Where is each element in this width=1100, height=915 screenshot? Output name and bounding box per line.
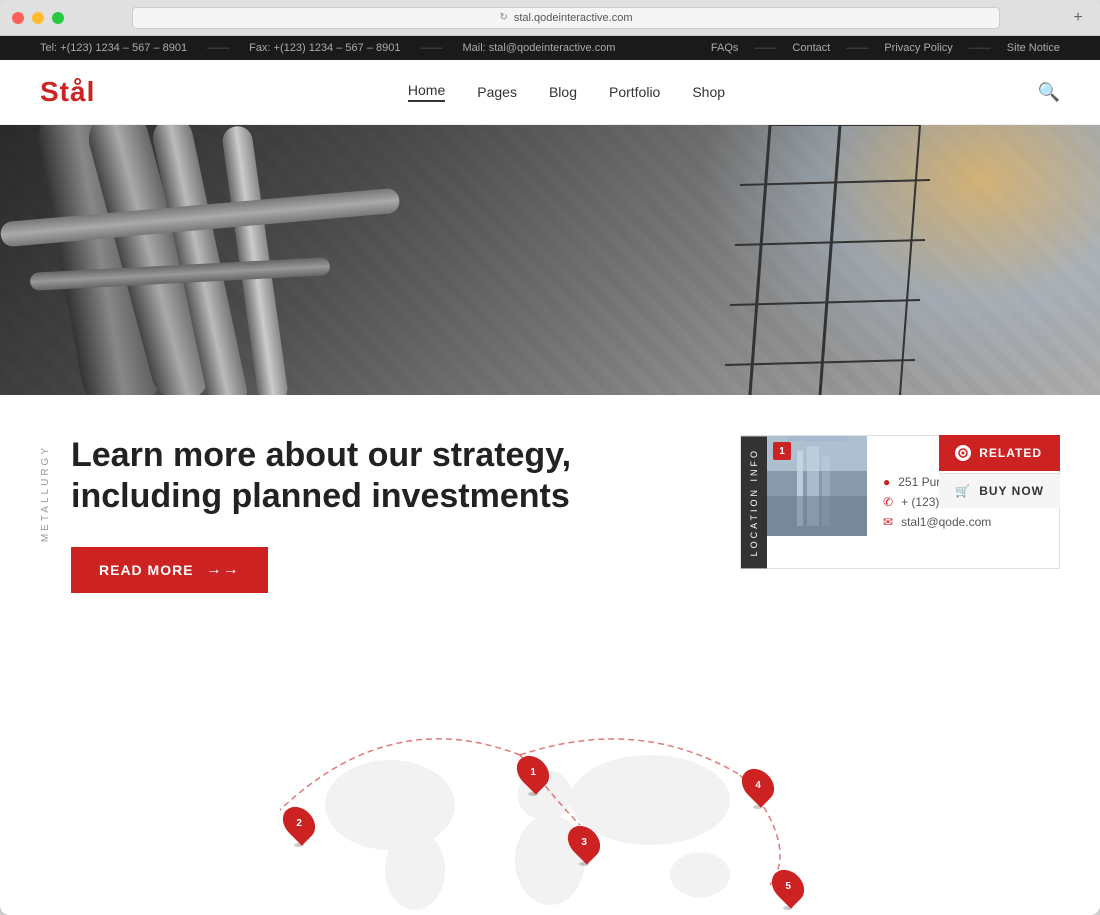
nav-portfolio[interactable]: Portfolio xyxy=(609,84,660,100)
phone-icon: ✆ xyxy=(883,495,893,509)
fax-info: Fax: +(123) 1234 – 567 – 8901 xyxy=(249,42,400,54)
nav-pages[interactable]: Pages xyxy=(477,84,517,100)
minimize-button[interactable] xyxy=(32,12,44,24)
pipe-container xyxy=(0,125,1100,395)
search-icon[interactable]: 🔍 xyxy=(1038,82,1060,103)
new-tab-button[interactable]: + xyxy=(1068,8,1088,28)
read-more-button[interactable]: Read More →→ xyxy=(71,547,268,593)
nav-shop[interactable]: Shop xyxy=(692,84,725,100)
url-text: stal.qodeinteractive.com xyxy=(514,12,633,24)
notice-link[interactable]: Site Notice xyxy=(1007,42,1060,54)
scaffold-svg xyxy=(720,125,1020,395)
arrow-right-icon: →→ xyxy=(206,561,240,579)
section-headline: Learn more about our strategy, including… xyxy=(71,435,700,517)
content-section: METALLURGY Learn more about our strategy… xyxy=(40,435,1060,613)
nav-blog[interactable]: Blog xyxy=(549,84,577,100)
privacy-link[interactable]: Privacy Policy xyxy=(884,42,952,54)
buy-now-button[interactable]: 🛒 BUY NOW xyxy=(939,473,1060,508)
email-row: ✉ stal1@qode.com xyxy=(883,515,1013,529)
related-icon xyxy=(955,445,971,461)
email-text: stal1@qode.com xyxy=(901,515,991,529)
location-label: LOCATION INFO xyxy=(741,436,767,568)
tel-info: Tel: +(123) 1234 – 567 – 8901 xyxy=(40,42,187,54)
main-content: METALLURGY Learn more about our strategy… xyxy=(0,395,1100,695)
address-bar[interactable]: ↻ stal.qodeinteractive.com xyxy=(132,7,1000,29)
site-header: Stål Home Pages Blog Portfolio Shop 🔍 xyxy=(0,60,1100,125)
related-button[interactable]: RELATED xyxy=(939,435,1060,471)
main-nav: Home Pages Blog Portfolio Shop xyxy=(408,82,725,102)
close-button[interactable] xyxy=(12,12,24,24)
location-badge: 1 xyxy=(773,442,791,460)
mail-info: Mail: stal@qodeinteractive.com xyxy=(462,42,615,54)
cart-icon: 🛒 xyxy=(955,484,971,498)
divider-1: —— xyxy=(207,42,229,54)
buy-now-label: BUY NOW xyxy=(979,484,1044,498)
browser-window: ↻ stal.qodeinteractive.com + Tel: +(123)… xyxy=(0,0,1100,915)
contact-link[interactable]: Contact xyxy=(792,42,830,54)
side-buttons: RELATED 🛒 BUY NOW xyxy=(939,435,1060,508)
section-label: METALLURGY xyxy=(40,445,51,542)
content-text-area: Learn more about our strategy, including… xyxy=(71,435,740,593)
related-label: RELATED xyxy=(979,446,1042,460)
related-inner-icon xyxy=(958,448,968,458)
map-arcs-svg xyxy=(40,725,1060,915)
maximize-button[interactable] xyxy=(52,12,64,24)
location-icon: ● xyxy=(883,475,890,489)
top-bar-contact: Tel: +(123) 1234 – 567 – 8901 —— Fax: +(… xyxy=(40,42,615,54)
divider-2: —— xyxy=(420,42,442,54)
location-image: 1 xyxy=(767,436,867,536)
site-logo[interactable]: Stål xyxy=(40,76,95,108)
faqs-link[interactable]: FAQs xyxy=(711,42,739,54)
email-icon: ✉ xyxy=(883,515,893,529)
nav-home[interactable]: Home xyxy=(408,82,445,102)
top-info-bar: Tel: +(123) 1234 – 567 – 8901 —— Fax: +(… xyxy=(0,36,1100,60)
top-bar-links: FAQs —— Contact —— Privacy Policy —— Sit… xyxy=(711,42,1060,54)
reload-icon: ↻ xyxy=(499,12,507,23)
map-section: 1 2 3 4 xyxy=(0,695,1100,915)
hero-image xyxy=(0,125,1100,395)
browser-titlebar: ↻ stal.qodeinteractive.com + xyxy=(0,0,1100,36)
